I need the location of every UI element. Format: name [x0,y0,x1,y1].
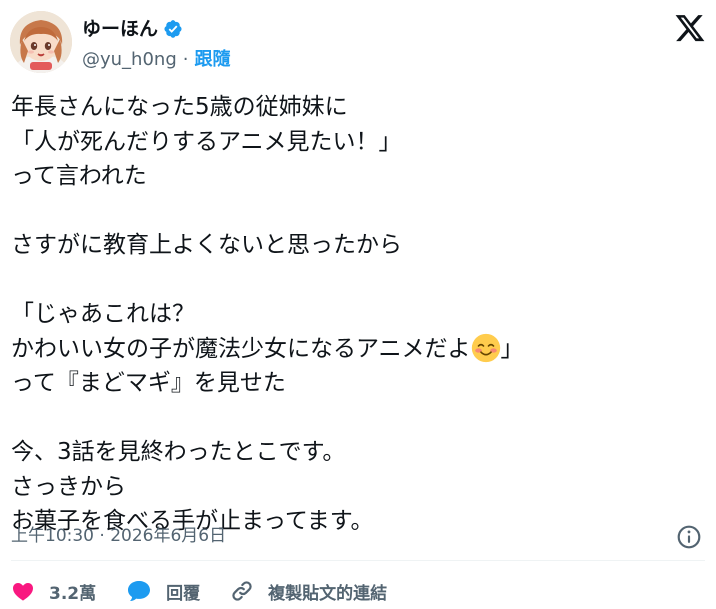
tweet-line: 年長さんになった5歳の従姉妹に [11,94,348,120]
like-count: 3.2萬 [49,583,97,604]
tweet-time: 上午10:30 [11,526,94,546]
avatar[interactable] [10,11,72,73]
link-icon [232,581,252,601]
tweet-line-suffix: 」 [500,335,524,362]
tweet-text: 年長さんになった5歳の従姉妹に 「人が死んだりするアニメ見たい！」 って言われた… [11,90,701,539]
display-name[interactable]: ゆーほん [82,17,158,41]
heart-icon [13,583,33,601]
tweet-actions: 3.2萬 回覆 複製貼文的連結 [11,576,417,606]
tweet-line: 今、3話を見終わったとこです。 [11,439,346,465]
tweet-line: さっきから [11,473,126,500]
avatar-image [10,11,72,73]
tweet-line: って言われた [11,163,147,189]
smiling-face-emoji [471,333,500,362]
info-icon[interactable] [676,524,702,550]
copy-link-label: 複製貼文的連結 [268,583,388,604]
x-logo-icon[interactable] [674,12,706,44]
tweet-timestamp[interactable]: 上午10:30 · 2026年6月6日 [11,524,226,548]
tweet-line: 「人が死んだりするアニメ見たい！」 [11,128,402,155]
handle-row: @yu_h0ng · 跟隨 [82,48,231,72]
speech-bubble-icon [128,581,151,601]
tweet-line-with-emoji: かわいい女の子が魔法少女になるアニメだよ 」 [11,332,701,367]
timestamp-separator: · [99,526,105,546]
reply-label: 回覆 [166,583,201,604]
user-handle[interactable]: @yu_h0ng [82,48,177,72]
handle-separator: · [182,49,189,70]
tweet-card: ゆーほん @yu_h0ng · 跟隨 年長さんになった5歳の従姉妹に 「人が死ん… [0,0,716,609]
tweet-line-text: かわいい女の子が魔法少女になるアニメだよ [11,335,471,362]
display-name-row: ゆーほん [82,17,183,41]
tweet-header: ゆーほん @yu_h0ng · 跟隨 [10,11,706,75]
like-button[interactable]: 3.2萬 [11,579,96,604]
reply-button[interactable]: 回覆 [126,579,200,604]
tweet-line: って『まどマギ』を見せた [11,370,286,396]
tweet-date: 2026年6月6日 [110,526,227,546]
divider [11,560,705,561]
follow-button[interactable]: 跟隨 [195,48,231,72]
verified-badge-icon [164,20,182,38]
tweet-line: 「じゃあこれは？ [11,301,195,327]
tweet-line: さすがに教育上よくないと思ったから [11,232,402,258]
copy-link-button[interactable]: 複製貼文的連結 [230,579,387,604]
